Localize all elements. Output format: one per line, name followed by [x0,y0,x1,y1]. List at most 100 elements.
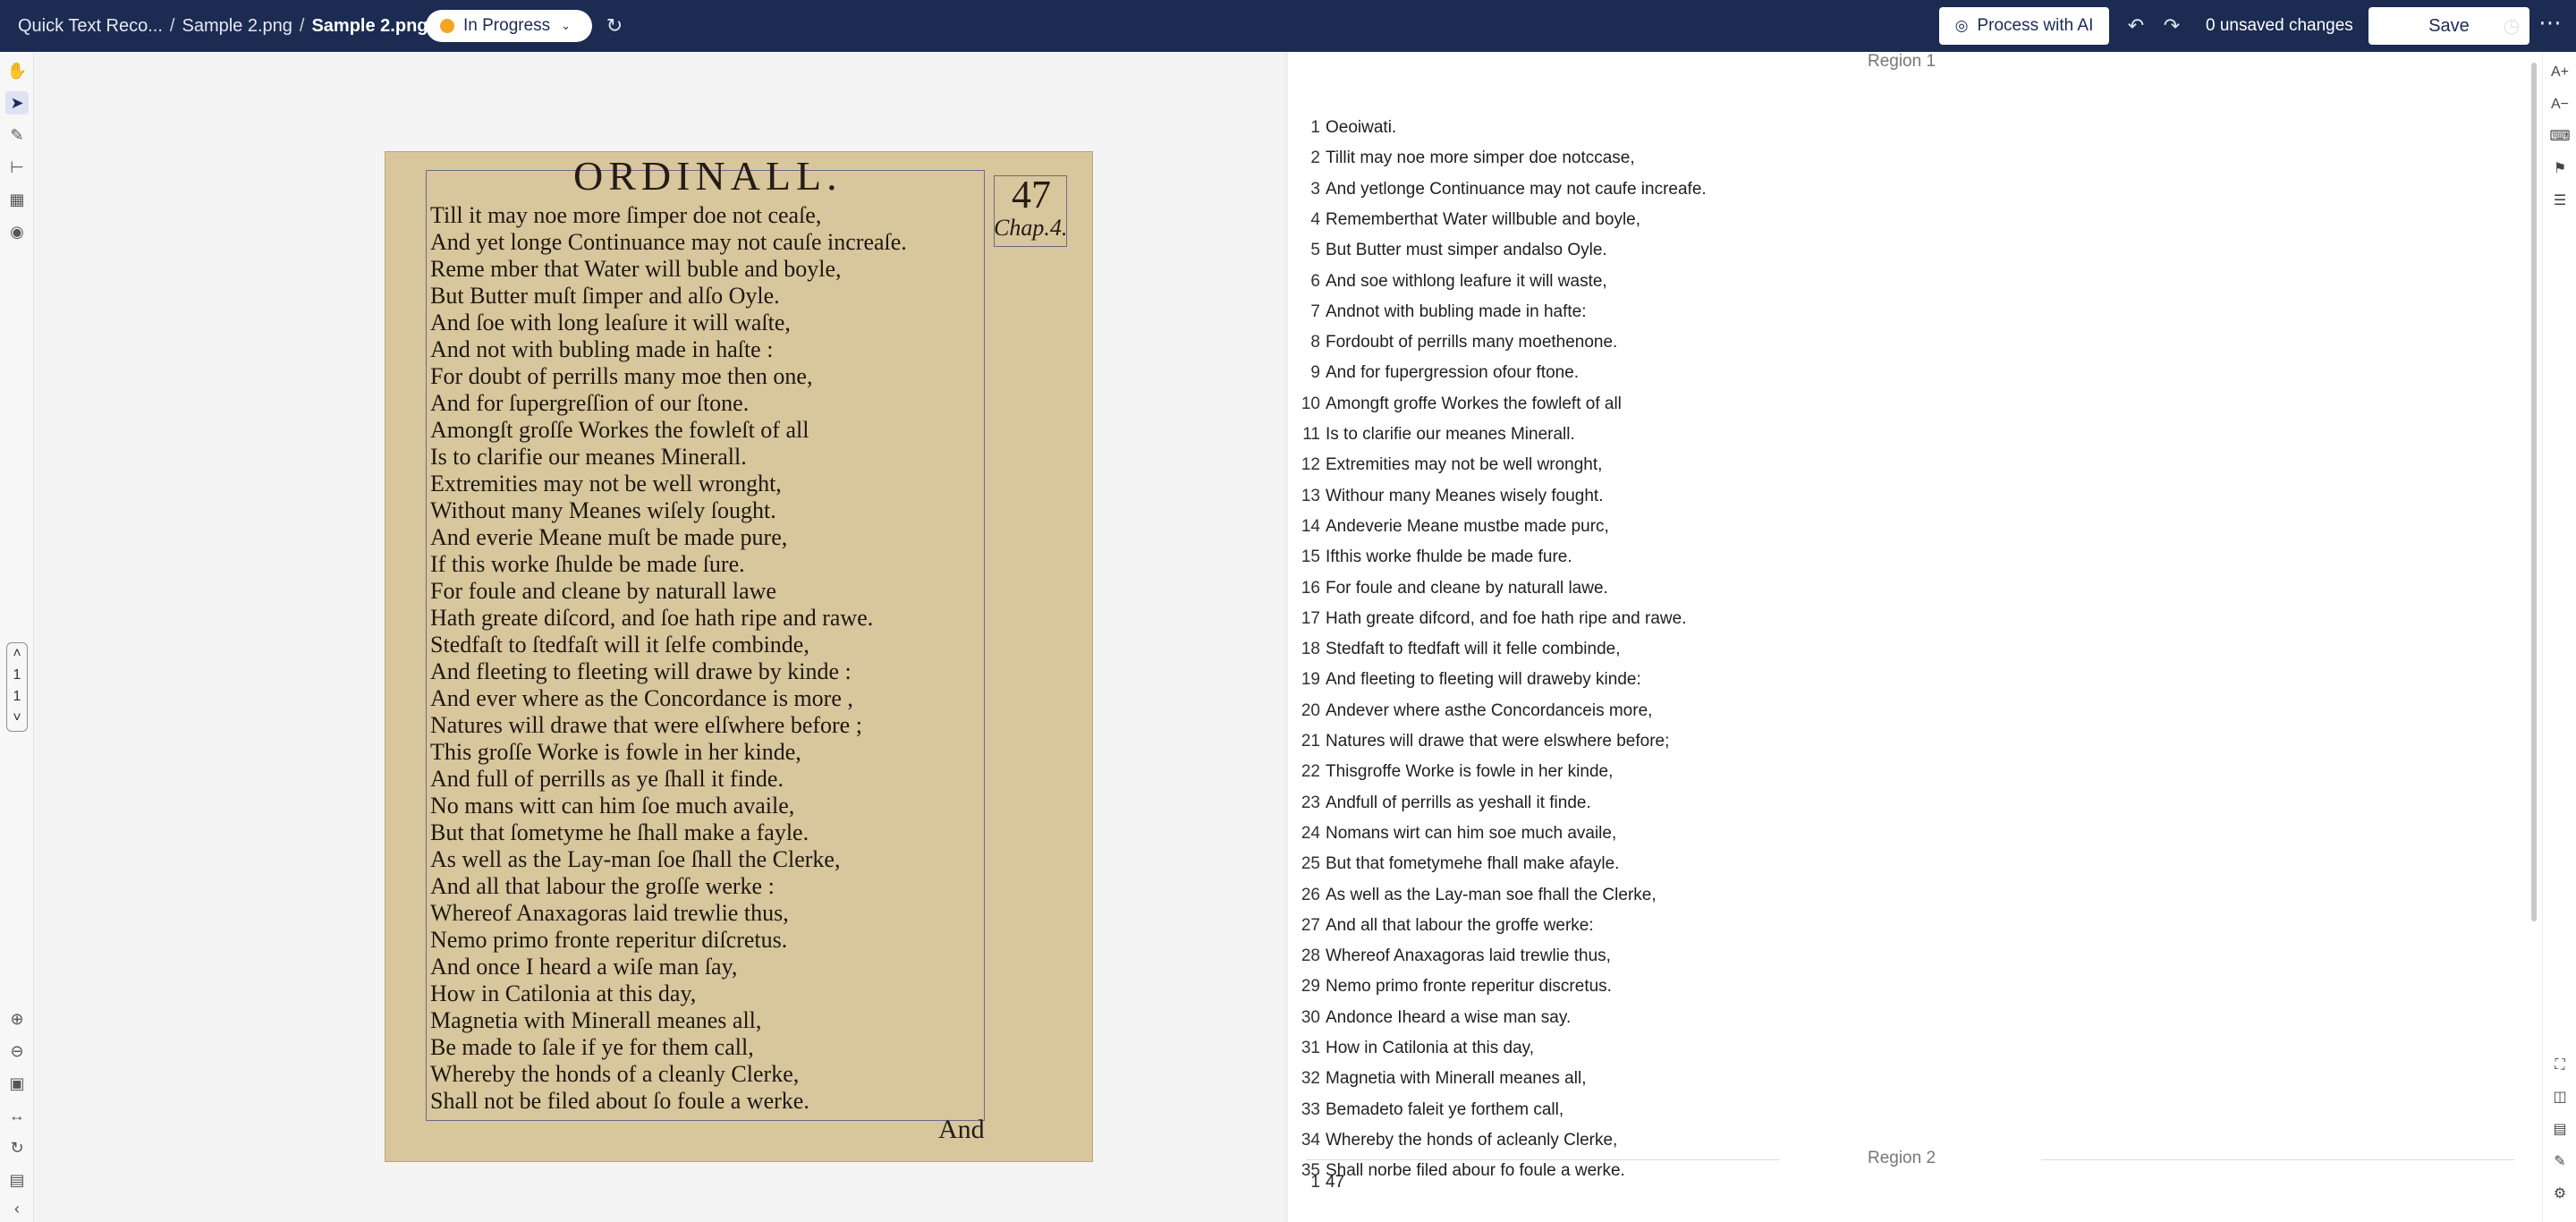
document-image[interactable]: ORDINALL. 47 Chap.4. Till it may noe mor… [386,152,1092,1161]
history-icon[interactable]: ◷ [2500,14,2523,38]
text-scrollbar[interactable] [2531,63,2537,921]
zoom-out-icon[interactable]: ⊖ [5,1040,29,1063]
transcription-line[interactable]: 24 Nomans wirt can him soe much availe, [1288,824,2504,854]
transcription-line[interactable]: 4 Rememberthat Water willbuble and boyle, [1288,210,2504,241]
line-text[interactable]: And soe withlong leafure it will waste, [1326,272,1607,291]
layers-icon[interactable]: ▤ [5,1168,29,1192]
line-text[interactable]: Nemo primo fronte reperitur discretus. [1326,977,1612,996]
transcription-line[interactable]: 26 As well as the Lay-man soe fhall the C… [1288,886,2504,916]
transcription-line[interactable]: 18 Stedfaft to ftedfaft will it felle com… [1288,640,2504,670]
transcription-line[interactable]: 6 And soe withlong leafure it will waste, [1288,272,2504,302]
tag-icon[interactable]: ⚑ [2548,157,2572,181]
transcription-line[interactable]: 2 Tillit may noe more simper doe notccase… [1288,149,2504,179]
line-text[interactable]: And yetlonge Continuance may not caufe i… [1326,180,1707,199]
more-options-icon[interactable]: ⋯ [2538,11,2562,36]
stack-view-icon[interactable]: ▤ [2548,1118,2572,1141]
line-text[interactable]: Andonce Iheard a wise man say. [1326,1008,1571,1027]
transcription-line[interactable]: 32 Magnetia with Minerall meanes all, [1288,1069,2504,1099]
line-text[interactable]: Andever where asthe Concordanceis more, [1326,701,1652,720]
transcription-line[interactable]: 12 Extremities may not be well wronght, [1288,455,2504,486]
fit-width-icon[interactable]: ↔ [5,1104,29,1127]
line-text[interactable]: And fleeting to fleeting will draweby ki… [1326,670,1641,689]
select-tool-icon[interactable]: ➤ [5,91,29,115]
visibility-off-icon[interactable]: ◉ [5,220,29,243]
line-text[interactable]: Nomans wirt can him soe much availe, [1326,824,1616,843]
line-text[interactable]: And all that labour the groffe werke: [1326,916,1594,935]
line-text[interactable]: Andnot with bubling made in hafte: [1326,302,1587,321]
pen-tool-icon[interactable]: ✎ [5,123,29,147]
list-view-icon[interactable]: ☰ [2548,190,2572,213]
transcription-line[interactable]: 15 Ifthis worke fhulde be made fure. [1288,547,2504,578]
line-text[interactable]: Is to clarifie our meanes Minerall. [1326,425,1575,444]
line-text[interactable]: Fordoubt of perrills many moethenone. [1326,333,1617,352]
transcription-line[interactable]: 11 Is to clarifie our meanes Minerall. [1288,425,2504,455]
transcription-line[interactable]: 14 Andeverie Meane mustbe made purc, [1288,517,2504,547]
line-text[interactable]: As well as the Lay-man soe fhall the Cle… [1326,886,1657,904]
breadcrumb-project[interactable]: Quick Text Reco... [18,16,163,37]
line-text[interactable]: Magnetia with Minerall meanes all, [1326,1069,1586,1088]
transcription-line[interactable]: 28 Whereof Anaxagoras laid trewlie thus, [1288,946,2504,977]
collapse-icon[interactable]: ‹ [5,1197,29,1220]
line-text[interactable]: Stedfaft to ftedfaft will it felle combi… [1326,640,1621,658]
split-view-icon[interactable]: ◫ [2548,1086,2572,1109]
line-text[interactable]: Whereof Anaxagoras laid trewlie thus, [1326,946,1611,965]
line-text[interactable]: Extremities may not be well wronght, [1326,455,1602,474]
transcription-line[interactable]: 16 For foule and cleane by naturall lawe. [1288,579,2504,609]
undo-icon[interactable]: ↶ [2124,14,2148,38]
line-text[interactable]: 47 [1326,1173,1344,1192]
transcription-line[interactable]: 21 Natures will drawe that were elswhere … [1288,732,2504,762]
hand-tool-icon[interactable]: ✋ [5,59,29,82]
line-text[interactable]: Whereby the honds of acleanly Clerke, [1326,1131,1617,1150]
settings-icon[interactable]: ⚙ [2548,1183,2572,1206]
line-text[interactable]: Ifthis worke fhulde be made fure. [1326,547,1572,566]
font-increase-icon[interactable]: A+ [2548,61,2572,84]
line-text[interactable]: How in Catilonia at this day, [1326,1039,1534,1057]
transcription-line[interactable]: 33 Bemadeto faleit ye forthem call, [1288,1100,2504,1131]
line-text[interactable]: For foule and cleane by naturall lawe. [1326,579,1608,598]
transcription-line[interactable]: 13 Withour many Meanes wisely fought. [1288,487,2504,517]
line-text[interactable]: But that fometymehe fhall make afayle. [1326,854,1619,873]
line-text[interactable]: Oeoiwati. [1326,118,1396,137]
line-text[interactable]: Withour many Meanes wisely fought. [1326,487,1603,505]
line-tool-icon[interactable]: ⊢ [5,156,29,179]
page-up-icon[interactable]: ˄ [7,643,27,665]
line-text[interactable]: Natures will drawe that were elswhere be… [1326,732,1669,751]
refresh-icon[interactable]: ↻ [603,14,626,38]
line-text[interactable]: And for fupergression ofour ftone. [1326,363,1579,382]
transcription-line[interactable]: 31 How in Catilonia at this day, [1288,1039,2504,1069]
keyboard-icon[interactable]: ⌨ [2548,125,2572,149]
line-text[interactable]: Hath greate difcord, and foe hath ripe a… [1326,609,1686,628]
transcription-line[interactable]: 29 Nemo primo fronte reperitur discretus. [1288,977,2504,1007]
page-down-icon[interactable]: ˅ [7,708,27,729]
transcription-line[interactable]: 20 Andever where asthe Concordanceis more… [1288,701,2504,732]
zoom-in-icon[interactable]: ⊕ [5,1007,29,1031]
line-text[interactable]: Andeverie Meane mustbe made purc, [1326,517,1609,536]
transcription-line[interactable]: 7 Andnot with bubling made in hafte: [1288,302,2504,333]
transcription-line[interactable]: 8 Fordoubt of perrills many moethenone. [1288,333,2504,363]
image-canvas[interactable]: ORDINALL. 47 Chap.4. Till it may noe mor… [34,52,1284,1222]
font-decrease-icon[interactable]: A− [2548,93,2572,116]
line-text[interactable]: Thisgroffe Worke is fowle in her kinde, [1326,762,1613,781]
transcription-line[interactable]: 23 Andfull of perrills as yeshall it find… [1288,793,2504,824]
rotate-icon[interactable]: ↻ [5,1136,29,1159]
line-text[interactable]: Amongft groffe Workes the fowleft of all [1326,395,1622,413]
transcription-line[interactable]: 25 But that fometymehe fhall make afayle. [1288,854,2504,885]
transcription-line[interactable]: 1 Oeoiwati. [1288,118,2504,149]
breadcrumb-folder[interactable]: Sample 2.png [182,16,292,37]
transcription-line[interactable]: 10 Amongft groffe Workes the fowleft of a… [1288,395,2504,425]
region-tool-icon[interactable]: ▦ [5,188,29,211]
transcription-line[interactable]: 9 And for fupergression ofour ftone. [1288,363,2504,394]
line-text[interactable]: Bemadeto faleit ye forthem call, [1326,1100,1563,1119]
fullscreen-icon[interactable]: ⛶ [2548,1054,2572,1077]
fit-screen-icon[interactable]: ▣ [5,1072,29,1095]
transcription-line[interactable]: 27 And all that labour the groffe werke: [1288,916,2504,946]
line-text[interactable]: Andfull of perrills as yeshall it finde. [1326,793,1591,812]
transcription-line[interactable]: 5 But Butter must simper andalso Oyle. [1288,241,2504,271]
process-with-ai-button[interactable]: ◎ Process with AI [1939,7,2109,45]
transcription-line[interactable]: 30 Andonce Iheard a wise man say. [1288,1008,2504,1039]
transcription-line[interactable]: 3 And yetlonge Continuance may not caufe … [1288,180,2504,210]
transcription-line[interactable]: 1 47 [1288,1173,2504,1203]
transcription-line[interactable]: 17 Hath greate difcord, and foe hath ripe… [1288,609,2504,640]
redo-icon[interactable]: ↷ [2160,14,2183,38]
line-text[interactable]: Rememberthat Water willbuble and boyle, [1326,210,1640,229]
